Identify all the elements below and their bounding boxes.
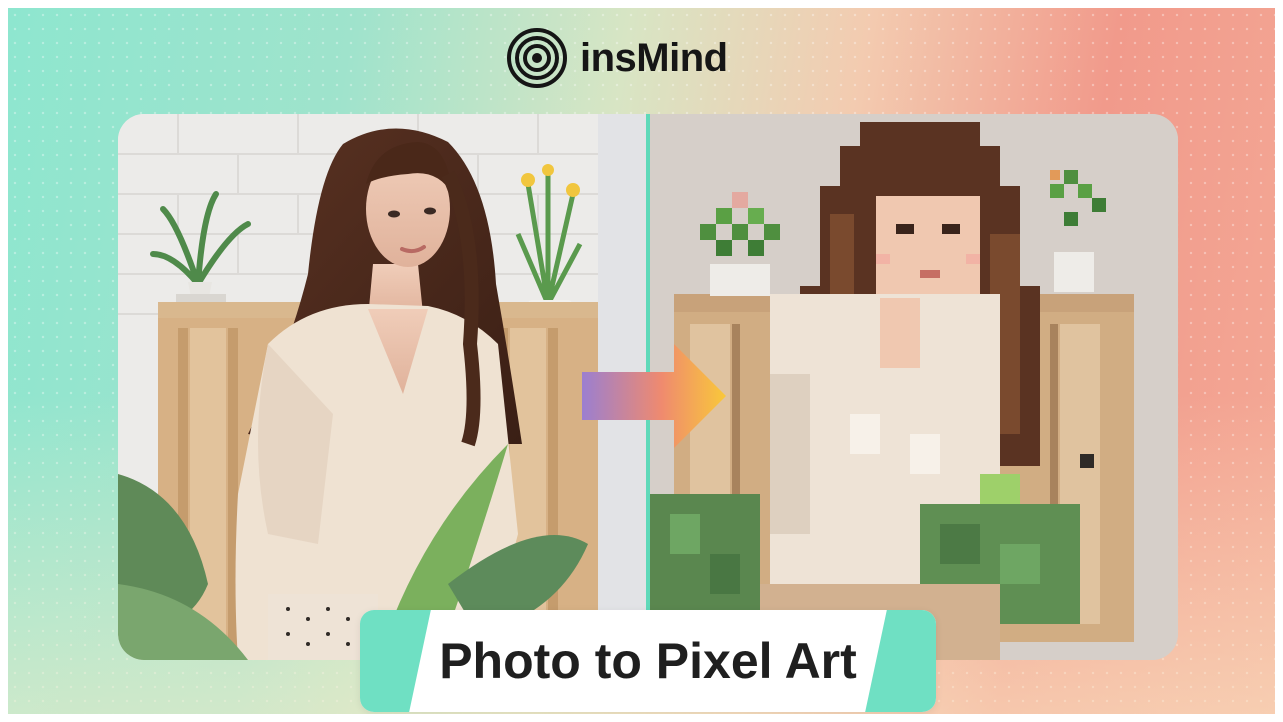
concentric-rings-icon — [507, 28, 567, 88]
brand-logo: insMind — [506, 28, 728, 88]
banner: insMind Photo to Pixel Art — [8, 8, 1275, 714]
original-photo — [118, 114, 650, 660]
caption-title: Photo to Pixel Art — [439, 633, 857, 689]
brand-name: insMind — [580, 35, 728, 80]
caption-banner: Photo to Pixel Art — [360, 610, 936, 712]
arrow-right-icon — [582, 344, 726, 448]
